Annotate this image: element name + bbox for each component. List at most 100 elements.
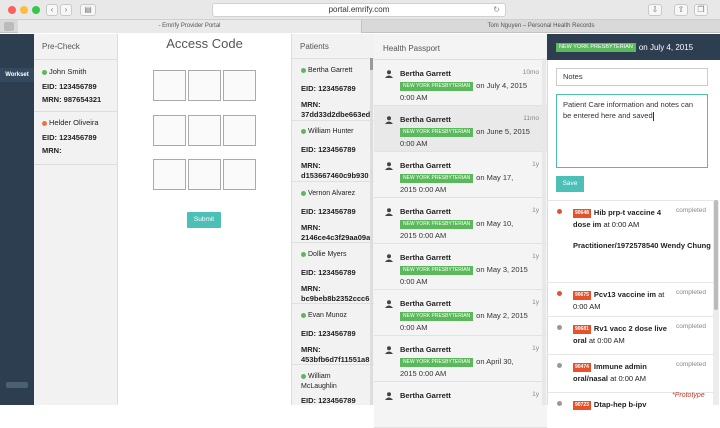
- precheck-patient[interactable]: John Smith EID: 123456789 MRN: 987654321: [42, 65, 101, 106]
- notes-title-field[interactable]: Notes: [556, 68, 708, 86]
- divider: [292, 364, 374, 365]
- patient-name: Bertha Garrett: [308, 67, 353, 74]
- sidebar-toggle-icon[interactable]: ▤: [80, 4, 96, 16]
- status-dot: [301, 373, 306, 379]
- patient-eid: EID: 123456789: [301, 396, 356, 405]
- passport-entry[interactable]: Bertha Garrett 1y NEW YORK PRESBYTERIAN o…: [374, 336, 547, 382]
- tab-personal-health-records[interactable]: Tom Nguyen – Personal Health Records: [362, 20, 720, 33]
- download-icon[interactable]: ⇩: [648, 4, 662, 16]
- tab-grid-icon[interactable]: [4, 22, 14, 31]
- app-sidebar: [0, 34, 34, 405]
- access-code-box[interactable]: [223, 159, 256, 190]
- submit-button[interactable]: Submit: [187, 212, 221, 228]
- patient-eid: EID: 123456789: [42, 82, 97, 91]
- record-item[interactable]: 90675 Pcv13 vaccine im at 0:00 AM complet…: [547, 282, 714, 316]
- person-icon: [385, 346, 393, 354]
- patient-list-item[interactable]: Vernon Alvarez EID: 123456789 MRN: 2146c…: [301, 189, 374, 243]
- entry-time: 0:00 AM: [400, 93, 428, 102]
- patient-eid: EID: 123456789: [301, 329, 356, 338]
- patient-list-item[interactable]: William Hunter EID: 123456789 MRN: d1536…: [301, 127, 374, 181]
- access-code-box[interactable]: [153, 115, 186, 146]
- record-item[interactable]: 90648 Hib prp-t vaccine 4 dose im at 0:00…: [547, 200, 714, 282]
- access-code-box[interactable]: [188, 159, 221, 190]
- status-dot: [557, 401, 562, 406]
- access-code-box[interactable]: [153, 70, 186, 101]
- access-code-box[interactable]: [188, 70, 221, 101]
- procedure-code: 90474: [573, 362, 591, 372]
- patient-mrn: MRN: 37dd33d2dbe663ed: [301, 100, 371, 119]
- patient-name: Dollie Myers: [308, 251, 347, 258]
- entry-age: 1y: [532, 207, 539, 214]
- entry-age: 1y: [532, 299, 539, 306]
- patient-mrn: MRN: 2146ce4c3f29aa09a: [301, 223, 371, 242]
- entry-name: Bertha Garrett: [400, 161, 451, 170]
- patient-mrn: MRN: 453bfb6d7f11551a8: [301, 345, 370, 364]
- patient-eid: EID: 123456789: [301, 145, 356, 154]
- patient-list-item[interactable]: Dollie Myers EID: 123456789 MRN: bc9beb8…: [301, 250, 374, 304]
- browser-toolbar: ‹ › ▤ portal.emrify.com ↻ ⇩ ⇧ ❐: [0, 0, 720, 20]
- address-bar[interactable]: portal.emrify.com ↻: [212, 3, 506, 17]
- notes-textarea[interactable]: Patient Care information and notes can b…: [556, 94, 708, 168]
- access-code-box[interactable]: [223, 70, 256, 101]
- access-code-box[interactable]: [223, 115, 256, 146]
- passport-scrollbar[interactable]: [542, 58, 546, 405]
- passport-entry[interactable]: Bertha Garrett 10mo NEW YORK PRESBYTERIA…: [374, 60, 547, 106]
- patients-scrollbar[interactable]: [370, 58, 373, 405]
- entry-age: 1y: [532, 345, 539, 352]
- minimize-window-icon[interactable]: [20, 6, 28, 14]
- sidebar-item-workset[interactable]: Workset: [0, 68, 34, 82]
- procedure-code: 90723: [573, 400, 591, 410]
- entry-age: 1y: [532, 161, 539, 168]
- precheck-title: Pre-Check: [42, 42, 80, 51]
- entry-name: Bertha Garrett: [400, 207, 451, 216]
- patient-eid: EID: 123456789: [42, 133, 97, 142]
- back-icon[interactable]: ‹: [46, 4, 58, 16]
- forward-icon[interactable]: ›: [60, 4, 72, 16]
- entry-age: 10mo: [522, 69, 539, 76]
- reload-icon[interactable]: ↻: [493, 4, 500, 16]
- prototype-watermark: *Prototype: [672, 392, 705, 399]
- zoom-window-icon[interactable]: [32, 6, 40, 14]
- access-code-box[interactable]: [153, 159, 186, 190]
- patient-mrn: MRN: 987654321: [42, 95, 102, 104]
- save-button[interactable]: Save: [556, 176, 584, 192]
- entry-age: 1y: [532, 391, 539, 398]
- patient-list-item[interactable]: Bertha Garrett EID: 123456789 MRN: 37dd3…: [301, 66, 374, 120]
- passport-entry[interactable]: Bertha Garrett 1y NEW YORK PRESBYTERIAN o…: [374, 290, 547, 336]
- record-item[interactable]: 90681 Rv1 vacc 2 dose live oral at 0:00 A…: [547, 316, 714, 354]
- passport-entry[interactable]: Bertha Garrett 11mo NEW YORK PRESBYTERIA…: [374, 106, 547, 152]
- patient-eid: EID: 123456789: [301, 268, 356, 277]
- status-dot: [557, 363, 562, 368]
- divider: [34, 111, 118, 112]
- share-icon[interactable]: ⇧: [674, 4, 688, 16]
- patient-eid: EID: 123456789: [301, 207, 356, 216]
- record-time: at 0:00 AM: [610, 374, 646, 383]
- access-code-box[interactable]: [188, 115, 221, 146]
- patient-list-item[interactable]: William McLaughlin EID: 123456789: [301, 372, 374, 405]
- patient-name: William McLaughlin: [301, 373, 337, 390]
- entry-age: 1y: [532, 253, 539, 260]
- patients-scrollbar-thumb[interactable]: [370, 58, 373, 70]
- record-status: completed: [676, 361, 706, 368]
- entry-date: on July 4, 2015: [476, 81, 528, 90]
- text-cursor: [652, 111, 654, 121]
- patients-title: Patients: [300, 42, 329, 51]
- sidebar-settings-icon[interactable]: [6, 382, 28, 388]
- passport-entry[interactable]: Bertha Garrett 1y NEW YORK PRESBYTERIAN o…: [374, 152, 547, 198]
- tab-provider-portal[interactable]: - Emrify Provider Portal: [18, 20, 362, 33]
- passport-entry[interactable]: Bertha Garrett 1y NEW YORK PRESBYTERIAN o…: [374, 244, 547, 290]
- org-badge: NEW YORK PRESBYTERIAN: [400, 219, 474, 229]
- record-item[interactable]: 90474 Immune admin oral/nasal at 0:00 AM …: [547, 354, 714, 392]
- precheck-patient[interactable]: Helder Oliveira EID: 123456789 MRN:: [42, 116, 99, 157]
- entry-name: Bertha Garrett: [400, 115, 451, 124]
- detail-scrollbar-thumb[interactable]: [714, 200, 718, 310]
- tab-label: - Emrify Provider Portal: [158, 23, 221, 29]
- tabs-overview-icon[interactable]: ❐: [694, 4, 708, 16]
- status-dot: [557, 291, 562, 296]
- record-practitioner: Practitioner/1972578540 Wendy Chung: [573, 241, 711, 250]
- passport-entry[interactable]: Bertha Garrett 1y: [374, 382, 547, 428]
- passport-entry[interactable]: Bertha Garrett 1y NEW YORK PRESBYTERIAN o…: [374, 198, 547, 244]
- close-window-icon[interactable]: [8, 6, 16, 14]
- patient-list-item[interactable]: Evan Munoz EID: 123456789 MRN: 453bfb6d7…: [301, 311, 374, 365]
- org-badge: NEW YORK PRESBYTERIAN: [556, 43, 636, 53]
